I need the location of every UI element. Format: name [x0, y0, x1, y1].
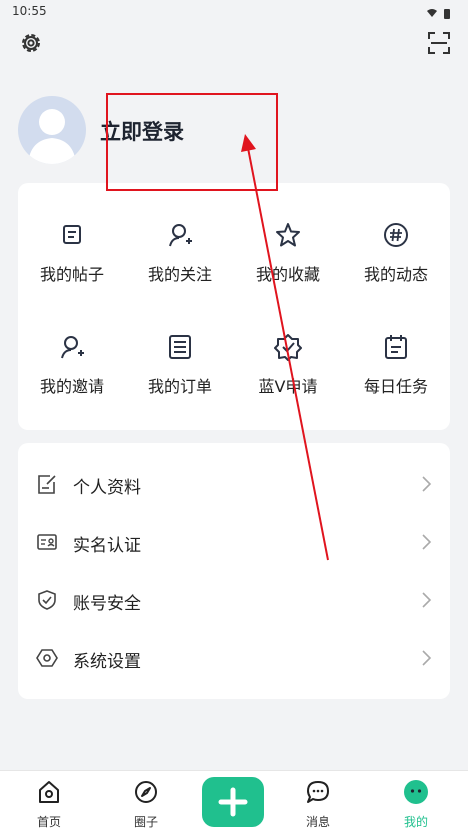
menu-item-label: 系统设置 [73, 652, 141, 672]
order-icon [169, 335, 191, 359]
grid-item-label: 每日任务 [363, 377, 428, 396]
tab-label: 圈子 [133, 815, 158, 829]
add-post-button[interactable] [202, 777, 264, 827]
home-icon [39, 781, 59, 803]
grid-item-label: 我的动态 [363, 265, 428, 284]
grid-item-label: 我的帖子 [39, 265, 104, 284]
chat-icon [307, 781, 329, 803]
star-icon [276, 223, 300, 247]
hexagon-settings-icon [36, 649, 58, 667]
grid-item-orders[interactable]: 我的订单 [126, 333, 234, 423]
grid-item-favorites[interactable]: 我的收藏 [234, 221, 342, 311]
menu-item-label: 个人资料 [73, 478, 141, 498]
wifi-icon [427, 9, 437, 17]
settings-menu: 个人资料 实名认证 账号安全 系统设置 [18, 443, 450, 699]
tab-home[interactable]: 首页 [9, 771, 89, 834]
gear-icon [22, 34, 40, 52]
chevron-right-icon [422, 592, 432, 608]
tab-me[interactable]: 我的 [376, 771, 456, 834]
bottom-tab-bar: 首页 圈子 消息 我的 [0, 770, 468, 834]
grid-item-daily-tasks[interactable]: 每日任务 [342, 333, 450, 423]
calendar-icon [385, 335, 407, 359]
me-icon [404, 780, 428, 804]
menu-item-verification[interactable]: 实名认证 [18, 513, 450, 571]
grid-item-follow[interactable]: 我的关注 [126, 221, 234, 311]
menu-item-system-settings[interactable]: 系统设置 [18, 629, 450, 687]
follow-icon [169, 224, 192, 247]
grid-item-activity[interactable]: 我的动态 [342, 221, 450, 311]
hashtag-icon [384, 223, 408, 247]
feature-grid: 我的帖子 我的关注 我的收藏 我的动态 我的邀请 我的订单 蓝V申请 每日任务 [18, 183, 450, 430]
avatar[interactable] [18, 96, 86, 164]
grid-item-posts[interactable]: 我的帖子 [18, 221, 126, 311]
battery-icon [444, 9, 450, 19]
id-card-icon [37, 534, 57, 550]
verify-badge-icon [274, 334, 302, 361]
scan-icon [428, 32, 450, 54]
tab-label: 我的 [403, 815, 428, 829]
profile-header[interactable]: 立即登录 [18, 96, 448, 166]
edit-doc-icon [38, 475, 56, 494]
compass-icon [135, 781, 157, 803]
invite-icon [61, 336, 84, 359]
grid-item-blue-v[interactable]: 蓝V申请 [234, 333, 342, 423]
scan-button[interactable] [426, 30, 452, 56]
chevron-right-icon [422, 476, 432, 492]
tab-label: 首页 [36, 815, 61, 829]
shield-icon [38, 590, 56, 610]
system-icons [426, 5, 456, 24]
tab-label: 消息 [305, 815, 330, 829]
tab-circle[interactable]: 圈子 [106, 771, 186, 834]
grid-item-invite[interactable]: 我的邀请 [18, 333, 126, 423]
status-bar: 10:55 [0, 0, 468, 22]
plus-icon [218, 787, 248, 817]
status-time: 10:55 [12, 4, 47, 18]
settings-button[interactable] [18, 30, 44, 56]
grid-item-label: 我的关注 [147, 265, 212, 284]
post-icon [63, 225, 81, 244]
grid-item-label: 我的收藏 [255, 265, 320, 284]
menu-item-account-security[interactable]: 账号安全 [18, 571, 450, 629]
menu-item-profile[interactable]: 个人资料 [18, 455, 450, 513]
menu-item-label: 实名认证 [73, 536, 141, 556]
grid-item-label: 我的订单 [147, 377, 212, 396]
menu-item-label: 账号安全 [73, 594, 141, 614]
tab-messages[interactable]: 消息 [278, 771, 358, 834]
grid-item-label: 蓝V申请 [258, 377, 318, 396]
chevron-right-icon [422, 534, 432, 550]
login-link[interactable]: 立即登录 [100, 116, 184, 146]
grid-item-label: 我的邀请 [39, 377, 104, 396]
chevron-right-icon [422, 650, 432, 666]
